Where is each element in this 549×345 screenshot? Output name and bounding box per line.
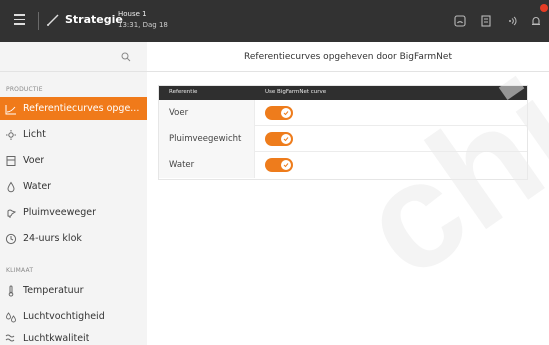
reference-table: Referentie Use BigFarmNet curve Voer Plu…	[158, 85, 528, 180]
sidebar-search[interactable]	[0, 42, 147, 72]
clock-icon	[5, 233, 17, 244]
table-header: Referentie Use BigFarmNet curve	[159, 86, 527, 100]
humidity-icon	[6, 311, 16, 322]
table-row: Water	[159, 152, 527, 178]
notification-badge	[540, 4, 548, 12]
sidebar-item-label: Licht	[23, 129, 46, 140]
dashboard-icon[interactable]	[453, 14, 467, 28]
page-title: Referentiecurves opgeheven door BigFarmN…	[244, 52, 452, 62]
check-icon	[283, 163, 289, 168]
sidebar-item-label: Voer	[23, 155, 45, 166]
column-header-use-bigfarmnet: Use BigFarmNet curve	[265, 89, 327, 95]
sidebar-item-licht[interactable]: Licht	[0, 123, 147, 146]
use-bigfarmnet-toggle[interactable]	[265, 132, 293, 146]
module-title[interactable]: Strategie	[65, 13, 123, 26]
sidebar-item-pluimveeweger[interactable]: Pluimveeweger	[0, 201, 147, 224]
air-quality-icon	[5, 334, 15, 342]
sidebar-item-label: Referentiecurves opge...	[23, 103, 140, 114]
sidebar: PRODUCTIE Referentiecurves opge... Licht…	[0, 42, 147, 345]
feed-icon	[6, 155, 16, 166]
section-label-productie: PRODUCTIE	[6, 86, 43, 93]
sidebar-item-label: Luchtvochtigheid	[23, 311, 105, 322]
sidebar-item-label: Pluimveeweger	[23, 207, 96, 218]
sidebar-item-luchtkwaliteit[interactable]: Luchtkwaliteit	[0, 331, 147, 345]
sidebar-item-label: Water	[23, 181, 52, 192]
table-row: Voer	[159, 100, 527, 126]
document-icon[interactable]	[479, 14, 493, 28]
curve-icon	[5, 104, 16, 114]
sidebar-item-label: Luchtkwaliteit	[23, 332, 90, 344]
thermometer-icon	[8, 285, 14, 296]
strategy-icon	[47, 14, 59, 26]
day-time: 13:31, Dag 18	[118, 21, 168, 29]
sidebar-item-luchtvochtigheid[interactable]: Luchtvochtigheid	[0, 305, 147, 328]
menu-icon[interactable]	[14, 14, 25, 25]
sidebar-item-referentiecurves[interactable]: Referentiecurves opge...	[0, 97, 147, 120]
light-icon	[6, 129, 16, 140]
column-header-referentie: Referentie	[169, 89, 198, 95]
use-bigfarmnet-toggle[interactable]	[265, 158, 293, 172]
sidebar-item-label: Temperatuur	[23, 285, 84, 296]
sidebar-item-voer[interactable]: Voer	[0, 149, 147, 172]
topbar-divider	[38, 12, 39, 30]
top-bar: Strategie House 1 13:31, Dag 18	[0, 0, 549, 42]
search-icon[interactable]	[121, 52, 131, 62]
check-icon	[283, 111, 289, 116]
table-row: Pluimveegewicht	[159, 126, 527, 152]
house-name: House 1	[118, 10, 147, 18]
sidebar-item-label: 24-uurs klok	[23, 233, 82, 244]
bell-icon[interactable]	[529, 14, 543, 28]
reference-label: Pluimveegewicht	[169, 134, 242, 144]
sidebar-item-water[interactable]: Water	[0, 175, 147, 198]
poultry-icon	[7, 209, 17, 218]
check-icon	[283, 137, 289, 142]
sidebar-item-24-uurs-klok[interactable]: 24-uurs klok	[0, 227, 147, 250]
reference-label: Voer	[169, 108, 189, 118]
reference-label: Water	[169, 160, 195, 170]
water-icon	[7, 181, 15, 192]
section-label-klimaat: KLIMAAT	[6, 267, 34, 274]
use-bigfarmnet-toggle[interactable]	[265, 106, 293, 120]
sidebar-item-temperatuur[interactable]: Temperatuur	[0, 279, 147, 302]
page-header: Referentiecurves opgeheven door BigFarmN…	[147, 42, 549, 72]
broadcast-icon[interactable]	[505, 14, 519, 28]
